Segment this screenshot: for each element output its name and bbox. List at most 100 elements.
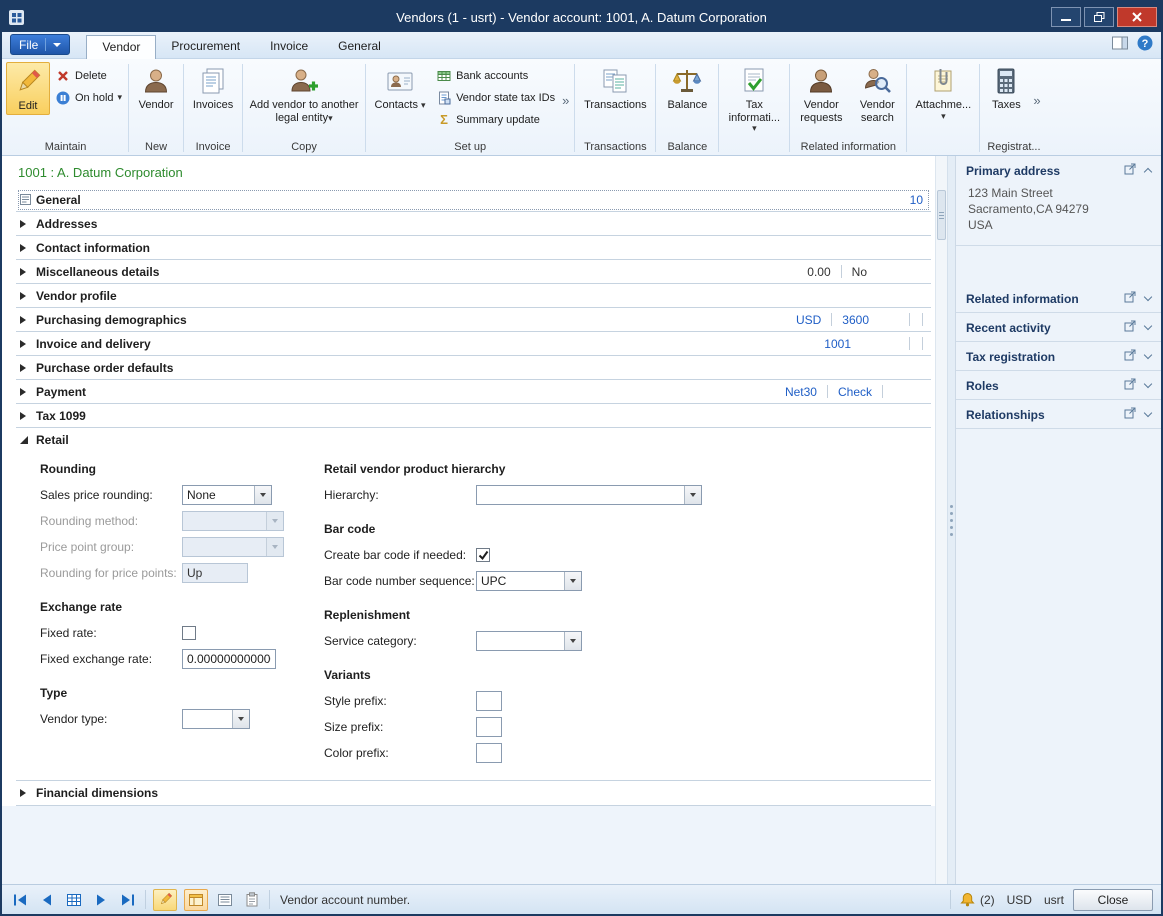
size-prefix-input[interactable] <box>476 717 502 737</box>
fasttab-payment[interactable]: Payment Net30 Check <box>16 380 931 404</box>
on-hold-button[interactable]: On hold ▾ <box>52 87 125 108</box>
contacts-button[interactable]: Contacts ▾ <box>369 62 431 113</box>
combo-arrow-icon[interactable] <box>254 486 271 504</box>
invoices-button[interactable]: Invoices <box>187 62 239 113</box>
popout-icon[interactable] <box>1124 378 1136 393</box>
chevron-down-icon[interactable] <box>1144 380 1152 388</box>
fasttab-invoice-and-delivery[interactable]: Invoice and delivery 1001 <box>16 332 931 356</box>
overflow-chevron-icon[interactable]: » <box>1031 93 1042 108</box>
fasttab-purchase-order-defaults[interactable]: Purchase order defaults <box>16 356 931 380</box>
vertical-scrollbar[interactable] <box>935 156 947 884</box>
grid-view-button[interactable] <box>64 889 84 911</box>
transactions-button[interactable]: Transactions <box>578 62 652 113</box>
layout-panels-icon[interactable] <box>1112 36 1129 53</box>
popout-icon[interactable] <box>1124 349 1136 364</box>
list-view-button[interactable] <box>215 889 235 911</box>
vendor-requests-button[interactable]: Vendor requests <box>793 62 849 125</box>
combo-arrow-icon[interactable] <box>564 572 581 590</box>
tab-general[interactable]: General <box>323 35 396 58</box>
form-empty-area <box>2 806 935 884</box>
last-record-button[interactable] <box>118 889 138 911</box>
factbox-header[interactable]: Recent activity <box>966 320 1153 335</box>
fixed-exchange-rate-input[interactable] <box>182 649 276 669</box>
color-prefix-input[interactable] <box>476 743 502 763</box>
fixed-rate-checkbox[interactable] <box>182 626 196 640</box>
tab-vendor[interactable]: Vendor <box>86 35 156 59</box>
fasttab-tax-1099[interactable]: Tax 1099 <box>16 404 931 428</box>
balance-button[interactable]: Balance <box>659 62 715 113</box>
fasttab-summary-value[interactable]: 1001 <box>824 337 851 351</box>
person-search-icon <box>861 65 893 97</box>
currency-indicator[interactable]: USD <box>1007 893 1032 907</box>
details-view-button[interactable] <box>184 889 208 911</box>
combo-arrow-icon[interactable] <box>232 710 249 728</box>
hierarchy-combobox[interactable] <box>476 485 702 505</box>
fasttab-addresses[interactable]: Addresses <box>16 212 931 236</box>
vendor-state-tax-ids-button[interactable]: Vendor state tax IDs <box>433 87 558 108</box>
fasttab-general[interactable]: General 10 <box>16 188 931 212</box>
popout-icon[interactable] <box>1124 320 1136 335</box>
create-bar-code-checkbox[interactable] <box>476 548 490 562</box>
sales-price-rounding-combobox[interactable]: None <box>182 485 272 505</box>
service-category-combobox[interactable] <box>476 631 582 651</box>
fasttab-vendor-profile[interactable]: Vendor profile <box>16 284 931 308</box>
style-prefix-input[interactable] <box>476 691 502 711</box>
bar-code-number-sequence-combobox[interactable]: UPC <box>476 571 582 591</box>
chevron-down-icon[interactable] <box>1144 351 1152 359</box>
fasttab-miscellaneous-details[interactable]: Miscellaneous details 0.00 No <box>16 260 931 284</box>
file-menu-button[interactable]: File <box>10 34 70 55</box>
first-record-button[interactable] <box>10 889 30 911</box>
tax-information-button[interactable]: Tax informati... ▾ <box>722 62 786 134</box>
fasttab-summary-value[interactable]: 3600 <box>842 313 869 327</box>
edit-mode-toggle[interactable] <box>153 889 177 911</box>
scrollbar-thumb[interactable] <box>937 190 946 240</box>
fasttab-summary-value[interactable]: USD <box>796 313 821 327</box>
summary-update-button[interactable]: Σ Summary update <box>433 109 558 130</box>
factbox-header[interactable]: Primary address <box>966 163 1153 178</box>
clipboard-icon[interactable] <box>242 889 262 911</box>
minimize-button[interactable] <box>1051 7 1081 27</box>
previous-record-button[interactable] <box>37 889 57 911</box>
notification-count[interactable]: (2) <box>980 893 995 907</box>
chevron-up-icon[interactable] <box>1144 168 1152 176</box>
chevron-down-icon[interactable] <box>1144 293 1152 301</box>
factbox-header[interactable]: Relationships <box>966 407 1153 422</box>
fasttab-summary-value[interactable]: 10 <box>910 193 923 207</box>
user-indicator[interactable]: usrt <box>1044 893 1064 907</box>
fasttab-summary-value[interactable]: Net30 <box>785 385 817 399</box>
close-window-button[interactable] <box>1117 7 1157 27</box>
edit-button[interactable]: Edit <box>6 62 50 115</box>
chevron-down-icon[interactable] <box>1144 409 1152 417</box>
fasttab-contact-information[interactable]: Contact information <box>16 236 931 260</box>
vendor-button[interactable]: Vendor <box>132 62 180 113</box>
taxes-button[interactable]: Taxes <box>983 62 1029 113</box>
vendor-search-button[interactable]: Vendor search <box>851 62 903 125</box>
next-record-button[interactable] <box>91 889 111 911</box>
vendor-type-combobox[interactable] <box>182 709 250 729</box>
attachments-button[interactable]: Attachme... ▾ <box>910 62 976 122</box>
close-form-button[interactable]: Close <box>1073 889 1153 911</box>
popout-icon[interactable] <box>1124 163 1136 178</box>
popout-icon[interactable] <box>1124 291 1136 306</box>
fasttab-financial-dimensions[interactable]: Financial dimensions <box>16 780 931 806</box>
help-icon[interactable]: ? <box>1137 35 1153 54</box>
overflow-chevron-icon[interactable]: » <box>560 93 571 108</box>
fasttab-summary-value[interactable]: Check <box>838 385 872 399</box>
notifications-bell-icon[interactable] <box>960 889 976 911</box>
fasttab-purchasing-demographics[interactable]: Purchasing demographics USD 3600 <box>16 308 931 332</box>
combo-arrow-icon[interactable] <box>564 632 581 650</box>
maximize-button[interactable] <box>1084 7 1114 27</box>
delete-button[interactable]: Delete <box>52 65 125 86</box>
factbox-splitter[interactable] <box>947 156 955 884</box>
factbox-header[interactable]: Related information <box>966 291 1153 306</box>
combo-arrow-icon[interactable] <box>684 486 701 504</box>
tab-invoice[interactable]: Invoice <box>255 35 323 58</box>
fasttab-retail[interactable]: Retail <box>16 428 931 452</box>
factbox-header[interactable]: Tax registration <box>966 349 1153 364</box>
add-vendor-button[interactable]: Add vendor to another legal entity▾ <box>246 62 362 125</box>
popout-icon[interactable] <box>1124 407 1136 422</box>
factbox-header[interactable]: Roles <box>966 378 1153 393</box>
bank-accounts-button[interactable]: Bank accounts <box>433 65 558 86</box>
tab-procurement[interactable]: Procurement <box>156 35 255 58</box>
chevron-down-icon[interactable] <box>1144 322 1152 330</box>
